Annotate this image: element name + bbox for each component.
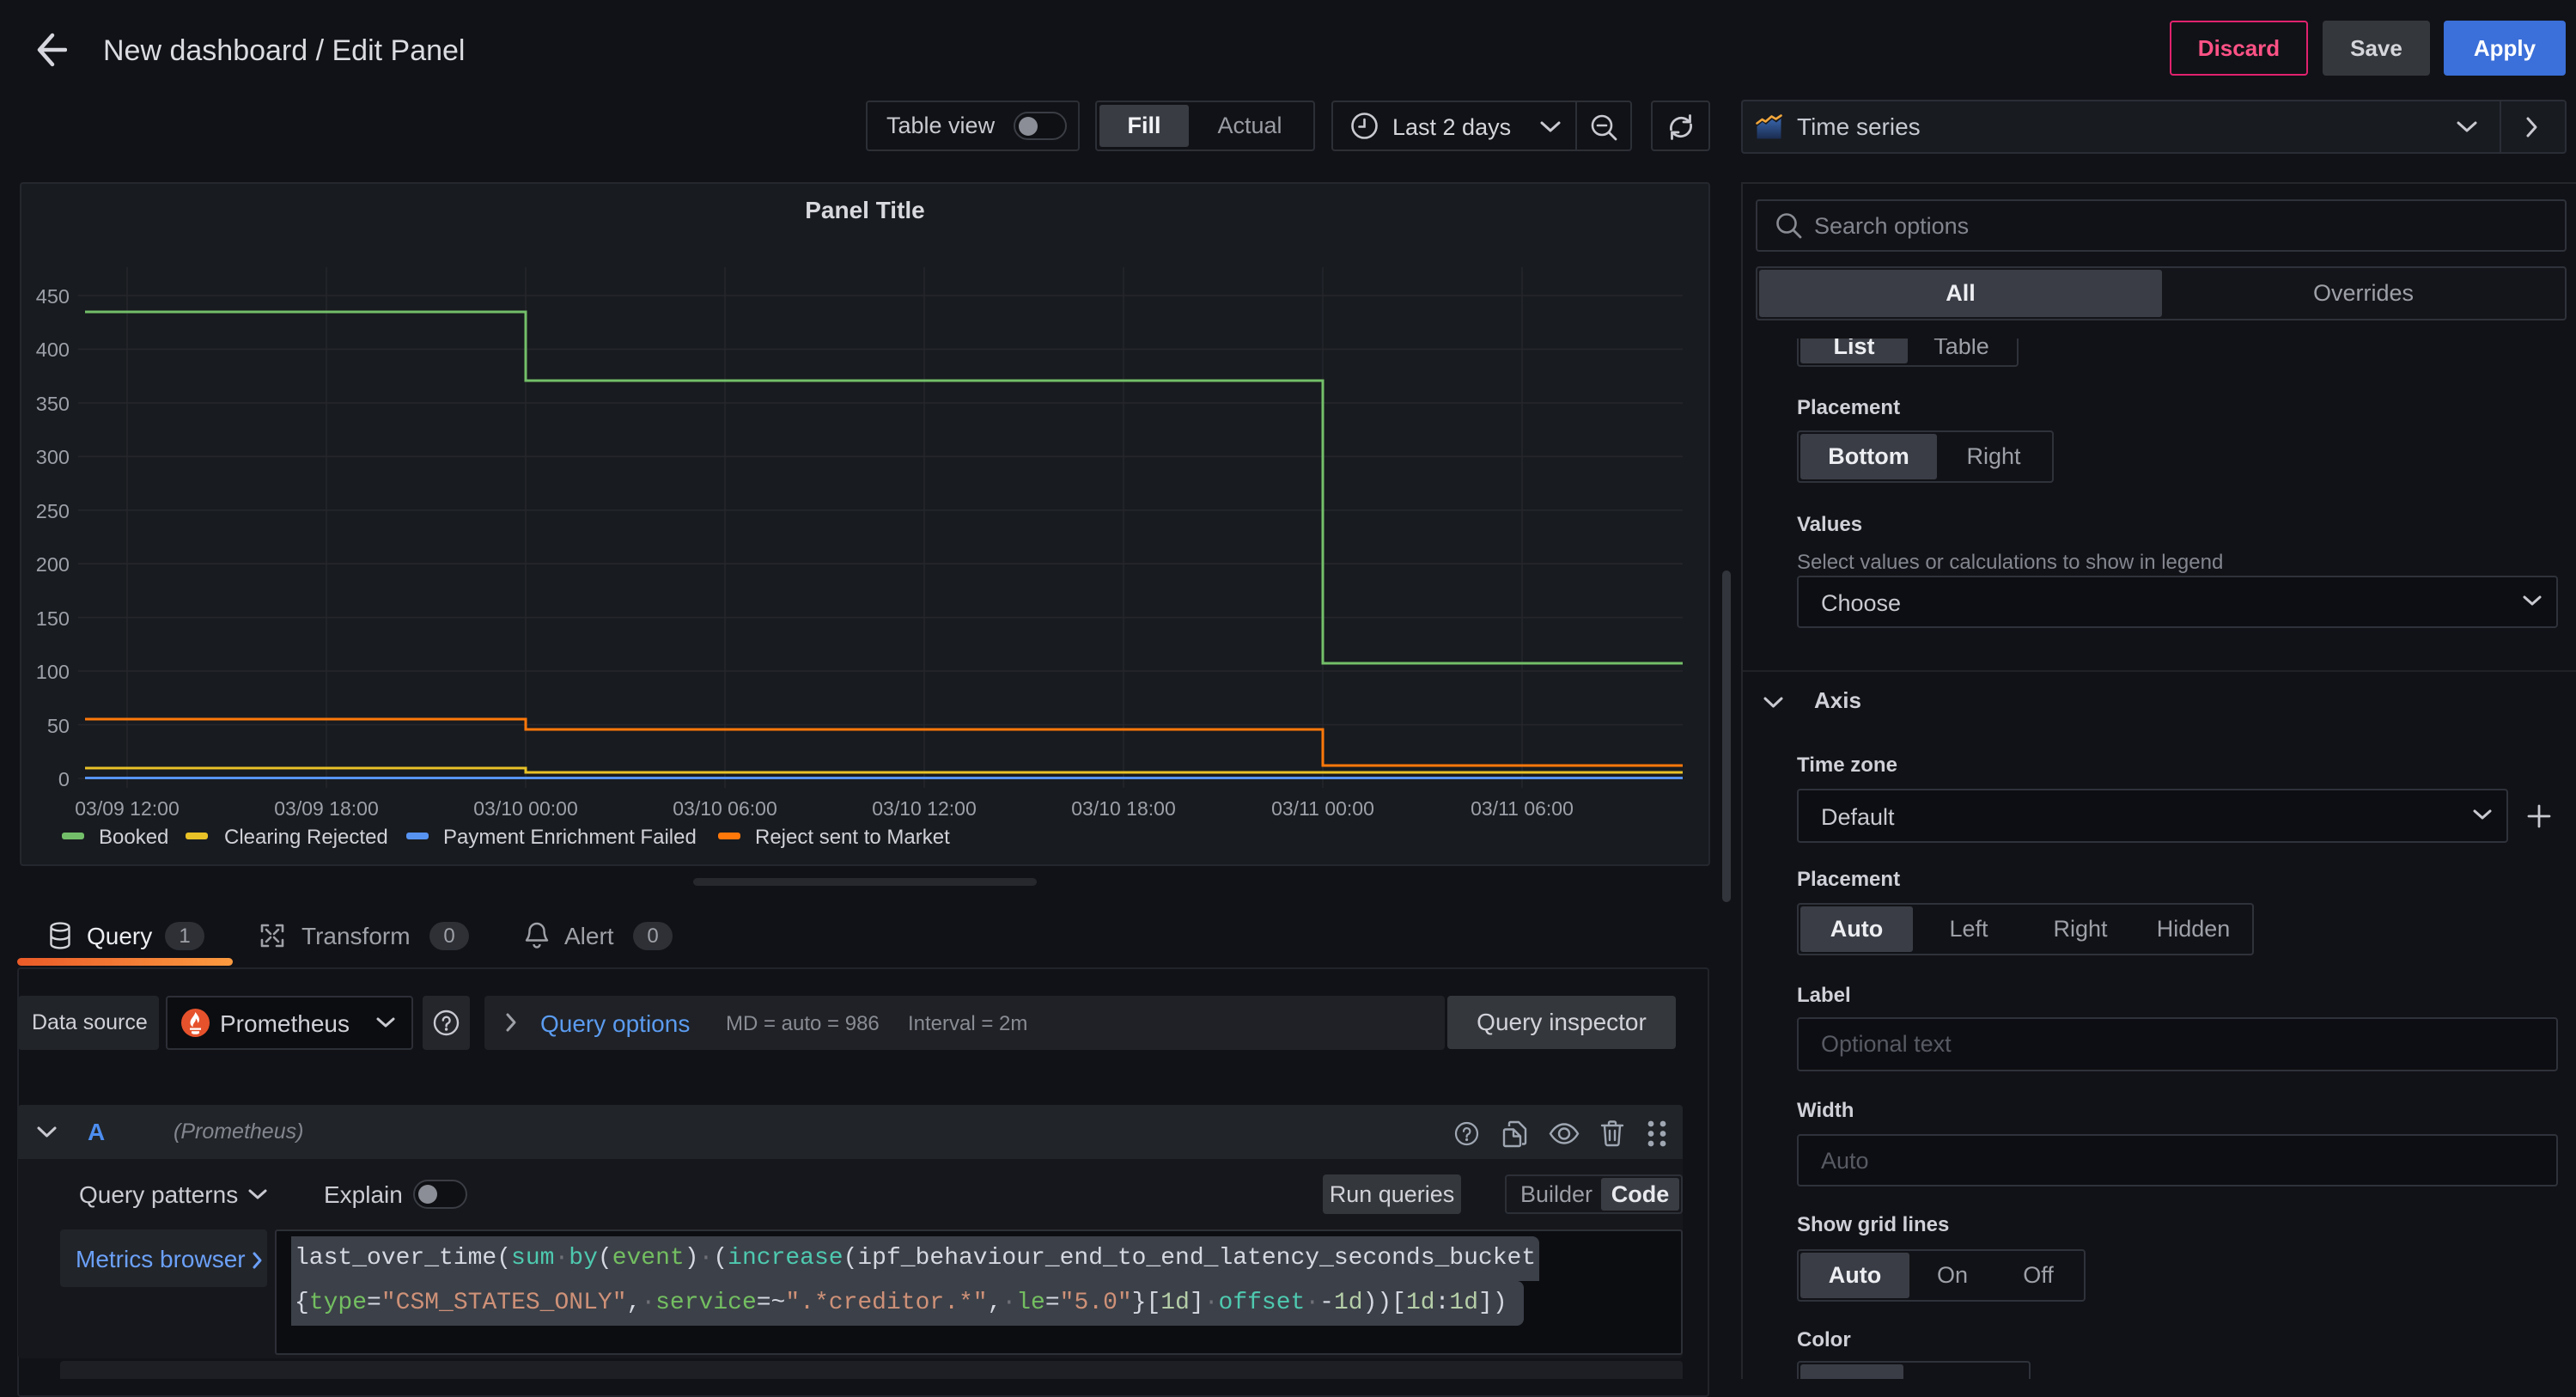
svg-text:250: 250 [36,500,70,522]
svg-text:03/09 18:00: 03/09 18:00 [274,797,379,820]
svg-text:03/10 18:00: 03/10 18:00 [1071,797,1176,820]
svg-text:03/10 12:00: 03/10 12:00 [872,797,977,820]
svg-text:200: 200 [36,553,70,576]
svg-text:0: 0 [58,768,70,790]
svg-text:03/10 06:00: 03/10 06:00 [673,797,777,820]
svg-text:03/09 12:00: 03/09 12:00 [75,797,180,820]
svg-text:03/10 00:00: 03/10 00:00 [473,797,578,820]
svg-text:03/11 00:00: 03/11 00:00 [1271,797,1374,820]
svg-text:400: 400 [36,339,70,361]
svg-text:300: 300 [36,446,70,468]
svg-text:50: 50 [47,715,70,737]
svg-text:150: 150 [36,607,70,630]
svg-text:350: 350 [36,393,70,415]
svg-text:450: 450 [36,285,70,308]
svg-text:03/11 06:00: 03/11 06:00 [1471,797,1574,820]
svg-text:100: 100 [36,661,70,683]
